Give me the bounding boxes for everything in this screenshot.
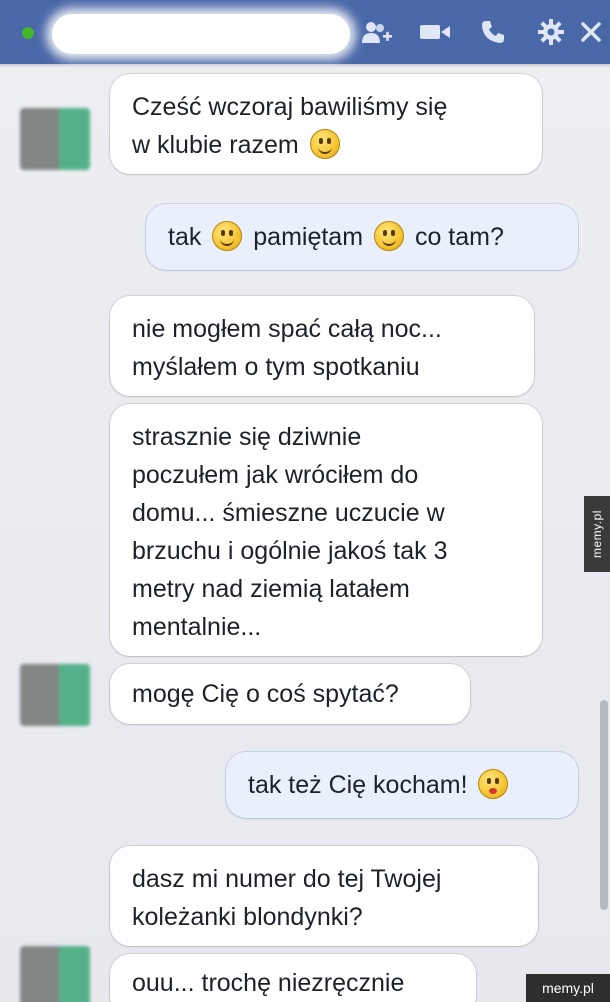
smile-emoji-icon: [212, 221, 243, 251]
message-bubble: nie mogłem spać całą noc... myślałem o t…: [110, 296, 534, 396]
close-icon[interactable]: [580, 0, 610, 64]
header-actions: [348, 0, 610, 64]
watermark-corner: memy.pl: [526, 974, 610, 1002]
message-line: mentalnie...: [132, 613, 262, 641]
message-line: brzuchu i ogólnie jakoś tak 3: [132, 537, 448, 565]
message-text: co tam?: [414, 223, 504, 251]
message-text: tak: [168, 223, 202, 251]
message-line: koleżanki blondynki?: [132, 903, 363, 931]
message-line: nie mogłem spać całą noc...: [132, 315, 442, 343]
message-text: ouu... trochę niezręcznie: [132, 969, 405, 997]
watermark-side: memy.pl: [584, 496, 610, 572]
message-line: myślałem o tym spotkaniu: [132, 353, 420, 381]
online-status-indicator: [22, 27, 34, 39]
message-line: Cześć wczoraj bawiliśmy się: [132, 93, 448, 121]
message-bubble: dasz mi numer do tej Twojej koleżanki bl…: [110, 846, 538, 946]
gear-icon[interactable]: [522, 0, 580, 64]
smile-emoji-icon: [373, 221, 404, 251]
message-text: w klubie razem: [132, 131, 299, 159]
video-call-icon[interactable]: [406, 0, 464, 64]
message-line: strasznie się dziwnie: [132, 423, 362, 451]
kiss-emoji-icon: [478, 769, 509, 799]
message-bubble: strasznie się dziwnie poczułem jak wróci…: [110, 404, 542, 656]
message-bubble: ouu... trochę niezręcznie: [110, 954, 476, 1002]
add-person-icon[interactable]: [348, 0, 406, 64]
message-line: domu... śmieszne uczucie w: [132, 499, 445, 527]
avatar[interactable]: [20, 108, 90, 170]
message-line: w klubie razem: [132, 126, 520, 164]
chat-window: Cześć wczoraj bawiliśmy się w klubie raz…: [0, 0, 610, 1002]
message-line: dasz mi numer do tej Twojej: [132, 865, 442, 893]
message-line: metry nad ziemią latałem: [132, 575, 410, 603]
contact-name-redacted[interactable]: [52, 14, 350, 54]
smile-emoji-icon: [309, 129, 340, 159]
message-text: tak też Cię kocham!: [248, 771, 468, 799]
phone-icon[interactable]: [464, 0, 522, 64]
avatar[interactable]: [20, 664, 90, 726]
message-text: pamiętam: [253, 223, 364, 251]
message-text: mogę Cię o coś spytać?: [132, 680, 399, 708]
message-bubble: mogę Cię o coś spytać?: [110, 664, 470, 724]
avatar[interactable]: [20, 946, 90, 1002]
message-line: poczułem jak wróciłem do: [132, 461, 419, 489]
message-bubble: Cześć wczoraj bawiliśmy się w klubie raz…: [110, 74, 542, 174]
message-bubble-outgoing: tak też Cię kocham!: [226, 752, 578, 818]
scrollbar[interactable]: [600, 700, 608, 910]
message-bubble-outgoing: tak pamiętam co tam?: [146, 204, 578, 270]
chat-header: [0, 0, 610, 64]
